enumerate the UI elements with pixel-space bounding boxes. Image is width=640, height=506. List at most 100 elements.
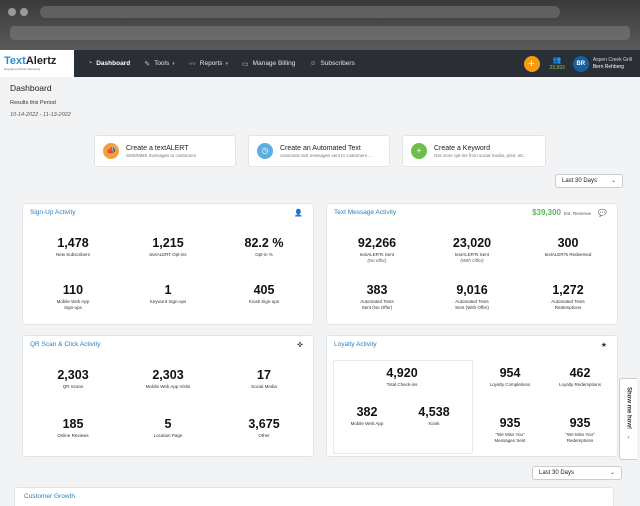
textalertz-logo[interactable]: TextAlertz Engaging Mobile Marketing	[0, 50, 74, 77]
nav-dashboard-label: Dashboard	[96, 60, 131, 67]
create-keyword-button[interactable]: + Create a Keyword Get more opt-ins from…	[402, 135, 546, 167]
text-message-activity-title: Text Message Activity	[334, 209, 397, 216]
nav-tools-label: Tools	[154, 60, 170, 67]
metric-value: 935	[569, 416, 591, 430]
chat-bubble-icon[interactable]: 💬	[598, 209, 607, 217]
metric-label-2: Sent (No Offer)	[361, 305, 393, 310]
estimated-revenue: $39,300 Est. Revenue	[532, 208, 591, 217]
metric-value: 300	[557, 236, 579, 250]
metric-label: Loyalty Redemptions	[558, 382, 602, 387]
add-user-icon[interactable]: 👤	[294, 209, 303, 217]
metric-label: Keyword Sign-ups	[149, 299, 187, 304]
revenue-amount: $39,300	[532, 208, 561, 217]
metric-online-reviews: 185 Online Reviews	[28, 417, 118, 439]
metric-keyword-signups: 1 Keyword Sign-ups	[123, 283, 213, 305]
period-select-bottom-value: Last 30 Days	[539, 470, 575, 476]
period-select-top-value: Last 30 Days	[562, 178, 598, 184]
metric-automated-sent-no-offer: 383 Automated Texts Sent (No Offer)	[332, 283, 422, 311]
metric-new-subscribers: 1,478 New Subscribers	[28, 236, 118, 258]
metric-label: Kiosk Sign-ups	[248, 299, 279, 304]
create-keyword-title: Create a Keyword	[434, 144, 491, 152]
chevron-down-icon: ⌄	[610, 178, 616, 184]
top-navbar: TextAlertz Engaging Mobile Marketing ◔ D…	[0, 50, 640, 77]
account-business: Aspen Creek Grill	[592, 56, 632, 63]
metric-sublabel: (No offer)	[367, 258, 387, 263]
nav-subscribers[interactable]: ☺ Subscribers	[309, 60, 354, 67]
create-textalert-subtitle: SMS/MMS messages to customers	[126, 152, 197, 158]
metric-loyalty-redemptions: 462 Loyalty Redemptions	[535, 366, 625, 388]
subscriber-count-value: 23,593	[549, 64, 565, 71]
logo-text-2: Alertz	[25, 55, 57, 67]
metric-other: 3,675 Other	[219, 417, 309, 439]
metric-value: 92,266	[357, 236, 397, 250]
metric-label: New Subscribers	[55, 252, 90, 257]
create-textalert-button[interactable]: 📣 Create a textALERT SMS/MMS messages to…	[94, 135, 236, 167]
metric-value: 2,303	[152, 368, 184, 382]
window-close-dot[interactable]	[8, 8, 16, 16]
metric-automated-redemptions: 1,272 Automated Texts Redemptions	[523, 283, 613, 311]
dashboard-icon: ◔	[88, 60, 93, 67]
loyalty-activity-panel: Loyalty Activity ★ 4,920 Total Check-ins…	[326, 335, 618, 457]
create-automated-title: Create an Automated Text	[280, 144, 361, 152]
metric-total-checkins: 4,920 Total Check-ins	[357, 366, 447, 388]
results-date-range: 10-14-2022 - 11-13-2022	[10, 112, 71, 118]
metric-kiosk-signups: 405 Kiosk Sign-ups	[219, 283, 309, 305]
customer-growth-title: Customer Growth	[24, 493, 75, 500]
nav-manage-billing[interactable]: ▭ Manage Billing	[242, 60, 295, 68]
quick-add-button[interactable]: +	[523, 55, 540, 72]
cursor-click-icon[interactable]: ✜	[297, 341, 303, 349]
create-automated-subtitle: Automatic text messages sent to customer…	[280, 152, 373, 158]
metric-value: 23,020	[452, 236, 492, 250]
metric-label: Social Media	[251, 384, 277, 389]
period-select-top[interactable]: Last 30 Days ⌄	[555, 174, 623, 188]
metric-value: 3,675	[248, 417, 280, 431]
show-me-how-tab[interactable]: Show me how! ‹	[619, 378, 637, 460]
metric-label: Mobile Web App Visits	[145, 384, 191, 389]
nav-subscribers-label: Subscribers	[320, 60, 355, 67]
star-icon[interactable]: ★	[601, 341, 607, 349]
nav-dashboard[interactable]: ◔ Dashboard	[88, 60, 130, 67]
metric-label: Other	[258, 433, 270, 438]
megaphone-icon: 📣	[103, 143, 119, 159]
nav-billing-label: Manage Billing	[252, 60, 296, 67]
chevron-left-icon: ‹	[627, 435, 630, 441]
chevron-down-icon: ⌄	[609, 470, 615, 476]
subscriber-count[interactable]: 👥 23,593	[550, 57, 565, 71]
page-title: Dashboard	[10, 83, 52, 93]
wrench-icon: ✎	[144, 60, 151, 68]
metric-textalerts-redeemed: 300 textALERTs Redeemed	[523, 236, 613, 258]
metric-we-miss-you-redemptions: 935 "We Miss You" Redemptions	[535, 416, 625, 444]
nav-reports[interactable]: 〰 Reports ▾	[189, 59, 228, 69]
metric-value: 185	[62, 417, 84, 431]
browser-tab-strip	[40, 6, 560, 18]
qr-scan-activity-panel: QR Scan & Click Activity ✜ 2,303 QR Scan…	[22, 335, 314, 457]
customer-growth-panel: Customer Growth	[14, 487, 614, 506]
results-label: Results this Period	[10, 100, 56, 106]
clock-icon: ◷	[257, 143, 273, 159]
nav-tools[interactable]: ✎ Tools ▾	[144, 60, 175, 68]
metric-value: 82.2 %	[244, 236, 284, 250]
qr-scan-activity-title: QR Scan & Click Activity	[30, 341, 101, 348]
chevron-down-icon: ▾	[172, 60, 175, 67]
metric-automated-sent-with-offer: 9,016 Automated Texts Sent (With Offer)	[427, 283, 517, 311]
metric-label: textALERT Opt-ins	[149, 252, 187, 257]
metric-label: Opt-in %	[255, 252, 273, 257]
metric-mobile-web-signups: 110 Mobile Web App Sign-ups	[28, 283, 118, 311]
create-keyword-subtitle: Get more opt-ins from social media, prin…	[434, 152, 526, 158]
create-textalert-title: Create a textALERT	[126, 144, 189, 152]
avatar[interactable]: BR	[572, 55, 589, 72]
plus-icon: +	[411, 143, 427, 159]
text-message-activity-panel: Text Message Activity $39,300 Est. Reven…	[326, 203, 618, 325]
browser-address-bar[interactable]	[10, 26, 630, 40]
metric-label-2: Sent (With Offer)	[455, 305, 489, 310]
window-minimize-dot[interactable]	[20, 8, 28, 16]
metric-value: 462	[569, 366, 591, 380]
revenue-label: Est. Revenue	[563, 211, 591, 216]
account-menu[interactable]: Aspen Creek Grill Bern Rehberg	[593, 57, 632, 71]
metric-value: 1	[164, 283, 172, 297]
nav-reports-label: Reports	[199, 60, 223, 67]
period-select-bottom[interactable]: Last 30 Days ⌄	[532, 466, 622, 480]
create-automated-text-button[interactable]: ◷ Create an Automated Text Automatic tex…	[248, 135, 390, 167]
metric-textalert-optins: 1,215 textALERT Opt-ins	[123, 236, 213, 258]
metric-qr-scans: 2,303 QR Scans	[28, 368, 118, 390]
